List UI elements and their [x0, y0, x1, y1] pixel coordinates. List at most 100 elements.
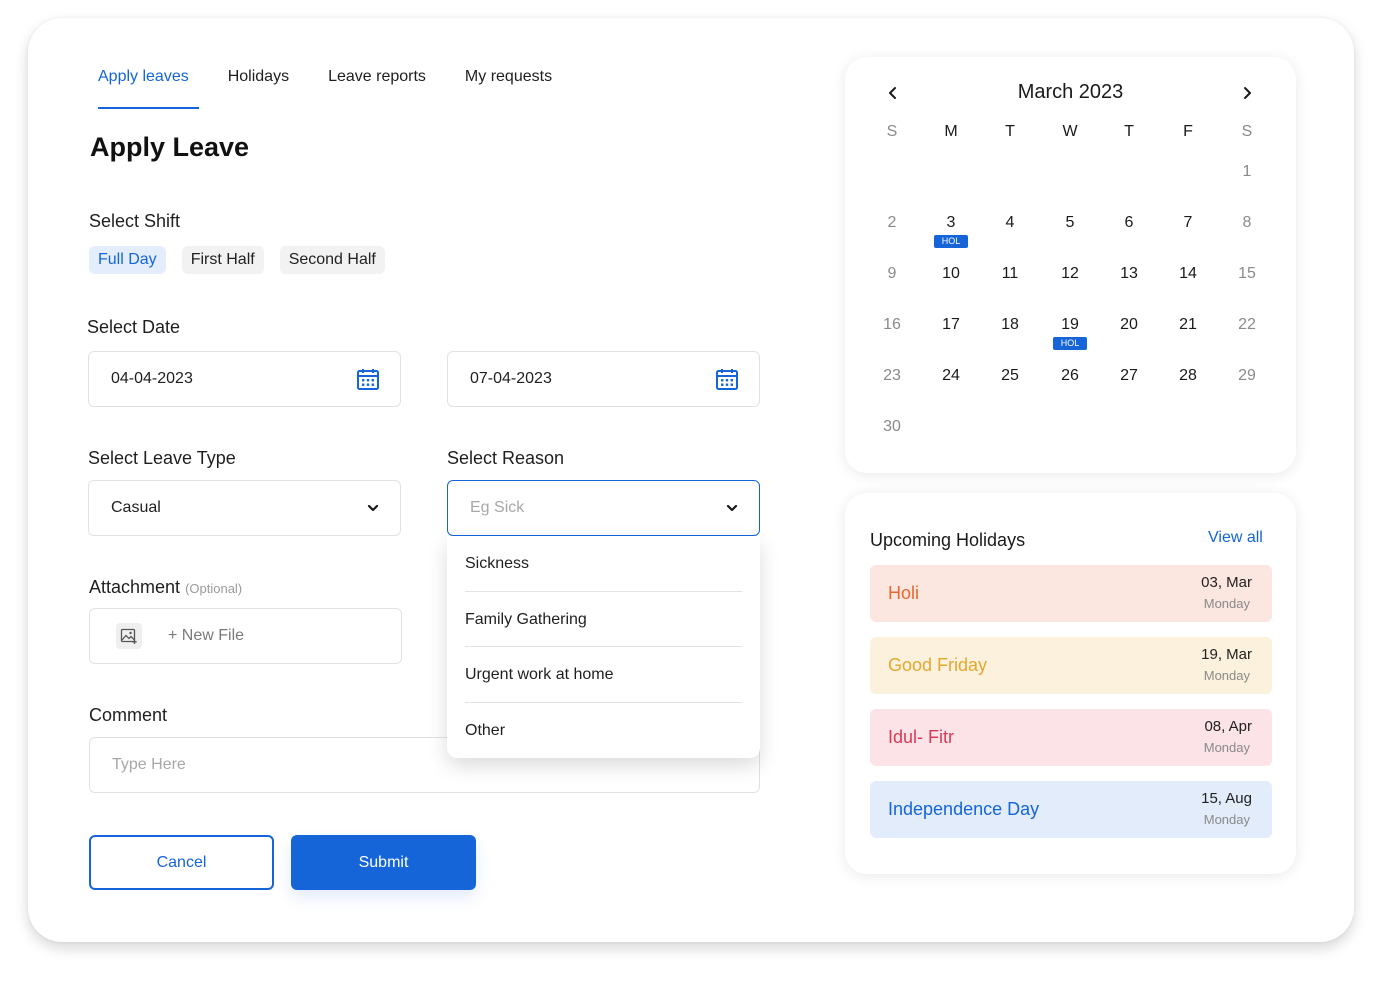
weekday-header: T	[1124, 123, 1134, 140]
calendar-day[interactable]: 30	[872, 418, 912, 436]
calendar-day[interactable]: 27	[1109, 367, 1149, 385]
calendar-day[interactable]: 8	[1227, 214, 1267, 232]
calendar-day[interactable]: 29	[1227, 367, 1267, 385]
to-date-field[interactable]: 07-04-2023	[447, 351, 760, 407]
leave-type-select[interactable]: Casual	[88, 480, 401, 536]
holiday-weekday: Monday	[1203, 740, 1250, 755]
tab-apply-leaves[interactable]: Apply leaves	[98, 68, 199, 109]
reason-option-family-gathering[interactable]: Family Gathering	[465, 592, 742, 647]
from-date-field[interactable]: 04-04-2023	[88, 351, 401, 407]
holiday-tag: HOL	[1053, 337, 1087, 350]
attachment-label: Attachment (Optional)	[89, 577, 242, 598]
holiday-item[interactable]: Good Friday 19, Mar Monday	[870, 637, 1272, 694]
weekday-header: M	[944, 123, 958, 140]
new-file-button[interactable]: + New File	[168, 627, 244, 645]
reason-option-urgent-work[interactable]: Urgent work at home	[465, 647, 742, 703]
leave-type-value: Casual	[111, 499, 161, 516]
shift-full-day-chip[interactable]: Full Day	[89, 246, 166, 274]
chevron-right-icon	[1244, 87, 1251, 99]
calendar-day[interactable]: 28	[1168, 367, 1208, 385]
upcoming-holidays-panel: Upcoming Holidays View all Holi 03, Mar Mo…	[845, 493, 1296, 874]
tab-holidays[interactable]: Holidays	[228, 68, 289, 109]
calendar-day[interactable]: 13	[1109, 265, 1149, 283]
page-title: Apply Leave	[90, 132, 250, 162]
reason-option-other[interactable]: Other	[465, 703, 742, 759]
tab-leave-reports[interactable]: Leave reports	[328, 68, 426, 109]
holiday-weekday: Monday	[1203, 596, 1250, 611]
calendar-day[interactable]: 24	[931, 367, 971, 385]
calendar-day[interactable]: 10	[931, 265, 971, 283]
calendar-day[interactable]: 3	[931, 214, 971, 232]
shift-options: Full Day First Half Second Half	[89, 246, 385, 274]
calendar-day[interactable]: 2	[872, 214, 912, 232]
calendar-day[interactable]: 25	[990, 367, 1030, 385]
image-add-icon	[116, 623, 142, 649]
holiday-name: Holi	[888, 583, 920, 603]
calendar-day[interactable]: 14	[1168, 265, 1208, 283]
shift-first-half-chip[interactable]: First Half	[181, 246, 264, 274]
holiday-date: 03, Mar	[1201, 574, 1252, 591]
weekday-header: F	[1183, 123, 1193, 140]
calendar-day[interactable]: 18	[990, 316, 1030, 334]
to-date-value: 07-04-2023	[470, 370, 552, 387]
calendar-day[interactable]: 4	[990, 214, 1030, 232]
reason-dropdown-menu: Sickness Family Gathering Urgent work at…	[447, 536, 760, 758]
calendar-day[interactable]: 19	[1050, 316, 1090, 334]
comment-label: Comment	[89, 705, 168, 725]
holiday-date: 08, Apr	[1204, 718, 1252, 735]
calendar-day[interactable]: 12	[1050, 265, 1090, 283]
attachment-label-text: Attachment	[89, 577, 181, 597]
holiday-name: Idul- Fitr	[888, 727, 955, 747]
tab-my-requests[interactable]: My requests	[465, 68, 552, 109]
weekday-header: T	[1005, 123, 1015, 140]
calendar-day[interactable]: 20	[1109, 316, 1149, 334]
calendar-day[interactable]: 1	[1227, 163, 1267, 181]
attachment-field[interactable]: + New File	[89, 608, 402, 664]
view-all-link[interactable]: View all	[1208, 529, 1263, 547]
shift-second-half-chip[interactable]: Second Half	[279, 246, 385, 274]
calendar-month-title: March 2023	[1017, 81, 1124, 103]
calendar-day[interactable]: 16	[872, 316, 912, 334]
reason-select[interactable]: Eg Sick	[447, 480, 760, 536]
holiday-weekday: Monday	[1203, 812, 1250, 827]
select-leave-type-label: Select Leave Type	[88, 448, 236, 468]
holiday-item[interactable]: Idul- Fitr 08, Apr Monday	[870, 709, 1272, 766]
calendar-day[interactable]: 5	[1050, 214, 1090, 232]
calendar-day[interactable]: 9	[872, 265, 912, 283]
reason-placeholder: Eg Sick	[470, 499, 525, 516]
comment-placeholder: Type Here	[112, 756, 186, 773]
calendar-icon[interactable]	[356, 367, 380, 391]
calendar-day[interactable]: 15	[1227, 265, 1267, 283]
holiday-name: Independence Day	[888, 799, 1040, 819]
from-date-value: 04-04-2023	[111, 370, 193, 387]
calendar-day[interactable]: 11	[990, 265, 1030, 283]
calendar-panel: March 2023 S M T W T F S 1 2 3 HOL 4 5 6 7 8 9 10 11 12 13 14…	[845, 57, 1296, 473]
calendar-day[interactable]: 21	[1168, 316, 1208, 334]
reason-option-sickness[interactable]: Sickness	[465, 536, 742, 592]
select-shift-label: Select Shift	[89, 211, 181, 231]
calendar-day[interactable]: 23	[872, 367, 912, 385]
holiday-date: 19, Mar	[1201, 646, 1252, 663]
holiday-item[interactable]: Holi 03, Mar Monday	[870, 565, 1272, 622]
chevron-down-icon	[367, 504, 379, 512]
holiday-tag: HOL	[934, 235, 968, 248]
calendar-icon[interactable]	[715, 367, 739, 391]
weekday-header: S	[886, 123, 898, 140]
submit-button[interactable]: Submit	[291, 835, 476, 890]
calendar-day[interactable]: 22	[1227, 316, 1267, 334]
next-month-button[interactable]	[1235, 81, 1259, 105]
calendar-day[interactable]: 26	[1050, 367, 1090, 385]
chevron-down-icon	[726, 504, 738, 512]
weekday-header: S	[1241, 123, 1253, 140]
upcoming-holidays-heading: Upcoming Holidays	[870, 530, 1026, 550]
calendar-day[interactable]: 17	[931, 316, 971, 334]
calendar-day[interactable]: 7	[1168, 214, 1208, 232]
select-date-label: Select Date	[87, 317, 181, 337]
weekday-header: W	[1062, 123, 1078, 140]
tab-bar: Apply leaves Holidays Leave reports My r…	[98, 68, 591, 109]
optional-hint: (Optional)	[185, 581, 243, 596]
holiday-date: 15, Aug	[1201, 790, 1252, 807]
calendar-day[interactable]: 6	[1109, 214, 1149, 232]
cancel-button[interactable]: Cancel	[89, 835, 274, 890]
holiday-item[interactable]: Independence Day 15, Aug Monday	[870, 781, 1272, 838]
